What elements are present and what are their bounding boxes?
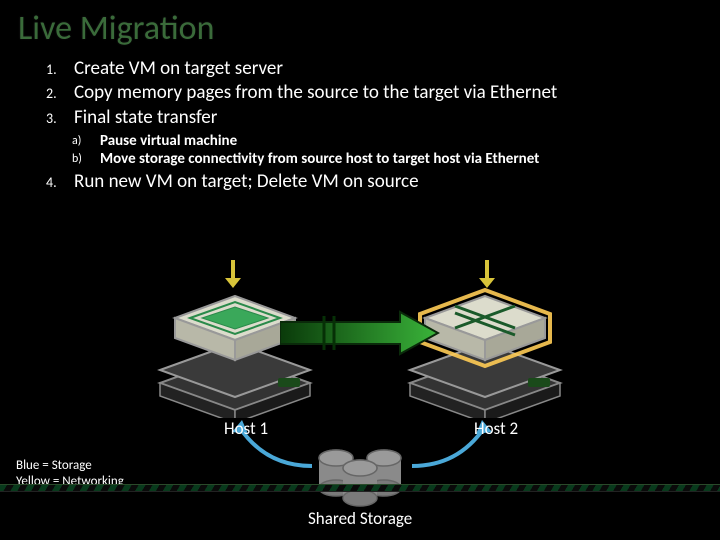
step-4-row: 4.Run new VM on target; Delete VM on sou… <box>46 170 720 194</box>
step-num-1: 1. <box>46 57 74 81</box>
steps-list: 1.Create VM on target server 2.Copy memo… <box>46 57 720 130</box>
migration-arrow-icon <box>280 308 440 358</box>
diagram-area: Host 1 Host 2 Shared Storage <box>0 258 720 488</box>
host1-label: Host 1 <box>224 418 268 439</box>
step-num-2: 2. <box>46 81 74 105</box>
substep-num-b: b) <box>72 150 100 168</box>
host2-label: Host 2 <box>474 418 518 439</box>
shared-storage-graphic <box>312 444 408 508</box>
footer-decor <box>0 484 720 492</box>
network-arrow-host2-icon <box>470 256 504 290</box>
slide-title: Live Migration <box>0 0 720 49</box>
substep-num-a: a) <box>72 132 100 150</box>
step-3: Final state transfer <box>74 106 217 130</box>
step-2: Copy memory pages from the source to the… <box>74 81 557 105</box>
step-num-4: 4. <box>46 170 74 194</box>
network-arrow-host1-icon <box>216 256 250 290</box>
substeps-list: a)Pause virtual machine b)Move storage c… <box>72 132 720 168</box>
substep-b: Move storage connectivity from source ho… <box>100 150 539 168</box>
step-1: Create VM on target server <box>74 57 283 81</box>
substep-a: Pause virtual machine <box>100 132 237 150</box>
step-4: Run new VM on target; Delete VM on sourc… <box>74 170 419 194</box>
step-num-3: 3. <box>46 106 74 130</box>
legend-line-1: Blue = Storage <box>16 458 124 474</box>
shared-storage-label: Shared Storage <box>308 508 412 529</box>
